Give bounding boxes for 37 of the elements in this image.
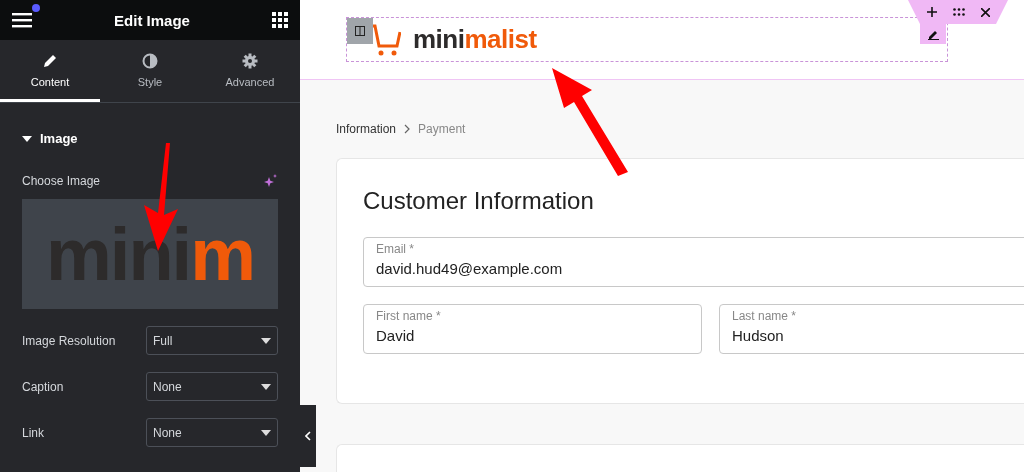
setting-label: Image Resolution — [22, 333, 116, 348]
caret-icon — [261, 337, 271, 344]
caret-icon — [261, 429, 271, 436]
notification-dot — [32, 4, 40, 12]
setting-label: Link — [22, 425, 44, 440]
contrast-icon — [142, 53, 158, 69]
chevron-right-icon — [404, 124, 411, 134]
panel-tab[interactable]: Advanced — [200, 40, 300, 102]
input-field[interactable]: First name * David — [363, 304, 702, 354]
select-field[interactable]: None — [146, 372, 278, 401]
caret-icon — [22, 134, 32, 143]
field-label: Choose Image — [22, 174, 101, 188]
logo-text: minimalist — [413, 24, 537, 55]
panel-tab[interactable]: Content — [0, 40, 100, 102]
input-field[interactable]: Email * david.hud49@example.com — [363, 237, 1024, 287]
breadcrumb-link[interactable]: Information — [336, 122, 397, 136]
column-icon[interactable] — [347, 18, 373, 44]
sparkle-icon[interactable] — [264, 174, 278, 188]
chevron-left-icon — [305, 431, 311, 441]
select-field[interactable]: None — [146, 418, 278, 447]
pencil-icon — [42, 53, 58, 69]
card-title: Customer Information — [363, 187, 595, 215]
setting-label: Caption — [22, 379, 64, 394]
apps-grid-icon[interactable] — [272, 12, 288, 28]
gear-icon — [242, 53, 258, 69]
select-field[interactable]: Full — [146, 326, 278, 355]
caret-icon — [261, 383, 271, 390]
panel-title: Edit Image — [114, 11, 190, 29]
panel-tab[interactable]: Style — [100, 40, 200, 102]
input-field[interactable]: Last name * Hudson — [719, 304, 1024, 354]
edit-icon[interactable] — [920, 24, 946, 44]
section-toggle[interactable]: Image — [22, 131, 78, 146]
add-icon[interactable] — [926, 7, 937, 17]
menu-icon[interactable] — [12, 12, 32, 28]
collapse-panel-button[interactable] — [300, 405, 316, 467]
close-icon[interactable] — [980, 7, 990, 17]
drag-handle-icon[interactable] — [952, 8, 965, 16]
